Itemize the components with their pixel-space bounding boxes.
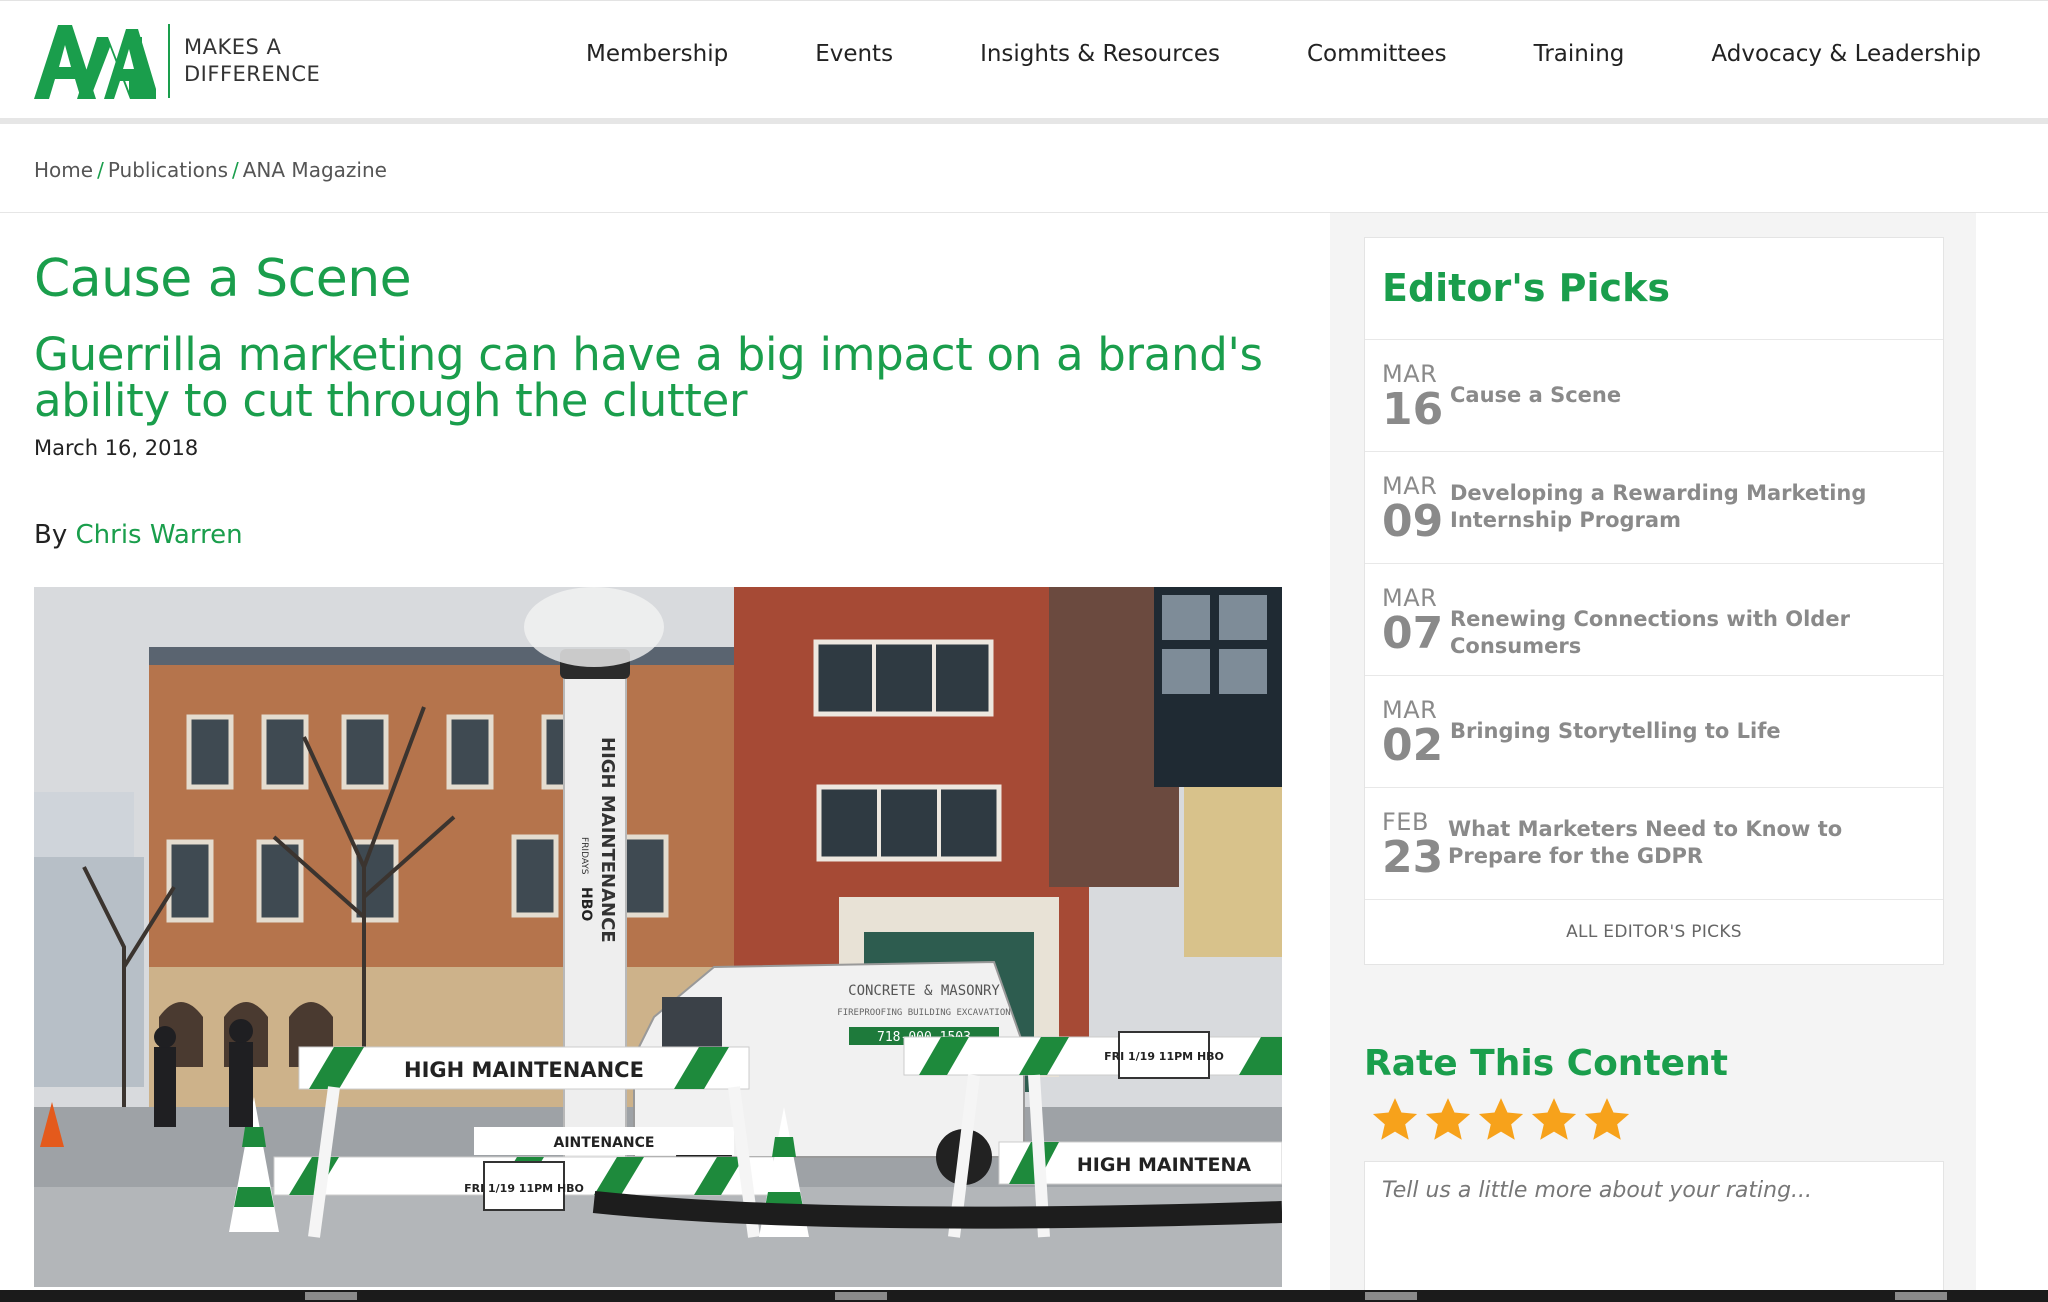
barrier-text-main: HIGH MAINTENANCE xyxy=(404,1058,644,1082)
pick-item[interactable]: MAR 07 Renewing Connections with Older C… xyxy=(1365,563,1943,675)
pick-title[interactable]: What Marketers Need to Know to Prepare f… xyxy=(1448,816,1928,870)
pole-subtext: FRIDAYS xyxy=(579,837,589,875)
rate-content-title: Rate This Content xyxy=(1364,1043,1728,1084)
pick-item[interactable]: MAR 16 Cause a Scene xyxy=(1365,339,1943,451)
article-header: Cause a Scene Guerrilla marketing can ha… xyxy=(34,249,1284,550)
logo-tagline-line1: MAKES A xyxy=(184,35,282,59)
star-icon[interactable] xyxy=(1370,1095,1420,1145)
rating-feedback-box xyxy=(1364,1161,1944,1302)
hero-street-scene: CONCRETE & MASONRY FIREPROOFING BUILDING… xyxy=(34,587,1282,1287)
pole-brand: HBO xyxy=(578,887,594,921)
pick-title[interactable]: Bringing Storytelling to Life xyxy=(1450,718,1930,745)
breadcrumb-bar: Home / Publications / ANA Magazine xyxy=(0,124,2048,213)
pick-day: 07 xyxy=(1382,608,1444,659)
pick-day: 16 xyxy=(1382,384,1444,435)
star-icon[interactable] xyxy=(1582,1095,1632,1145)
breadcrumb: Home / Publications / ANA Magazine xyxy=(34,158,387,182)
sidebar: Editor's Picks MAR 16 Cause a Scene MAR … xyxy=(1330,213,1976,1302)
star-icon[interactable] xyxy=(1529,1095,1579,1145)
pick-item[interactable]: FEB 23 What Marketers Need to Know to Pr… xyxy=(1365,787,1943,899)
ana-logo[interactable]: MAKES A DIFFERENCE xyxy=(34,23,320,99)
logo-divider xyxy=(168,24,170,98)
pick-item[interactable]: MAR 09 Developing a Rewarding Marketing … xyxy=(1365,451,1943,563)
barrier-text-right: HIGH MAINTENA xyxy=(1077,1154,1252,1176)
van-text-line1: CONCRETE & MASONRY xyxy=(848,983,1000,999)
editors-picks-list: MAR 16 Cause a Scene MAR 09 Developing a… xyxy=(1365,339,1943,899)
rating-stars xyxy=(1370,1095,1632,1145)
site-header: MAKES A DIFFERENCE Membership Events Ins… xyxy=(0,0,2048,118)
pick-day: 23 xyxy=(1382,832,1444,883)
nav-membership[interactable]: Membership xyxy=(586,41,728,67)
nav-advocacy-leadership[interactable]: Advocacy & Leadership xyxy=(1711,41,1981,67)
breadcrumb-home[interactable]: Home xyxy=(34,158,93,182)
ana-logo-mark xyxy=(34,25,156,99)
editors-picks-title: Editor's Picks xyxy=(1382,266,1670,310)
nav-training[interactable]: Training xyxy=(1534,41,1625,67)
star-icon[interactable] xyxy=(1423,1095,1473,1145)
small-hbo-sign: FRI 1/19 11PM HBO xyxy=(464,1182,584,1195)
logo-tagline: MAKES A DIFFERENCE xyxy=(184,34,320,88)
pick-day: 02 xyxy=(1382,720,1444,771)
author-link[interactable]: Chris Warren xyxy=(76,520,243,550)
main-nav: Membership Events Insights & Resources C… xyxy=(586,41,1981,67)
editors-picks-card: Editor's Picks MAR 16 Cause a Scene MAR … xyxy=(1364,237,1944,965)
star-icon[interactable] xyxy=(1476,1095,1526,1145)
article-date: March 16, 2018 xyxy=(34,435,199,460)
nav-insights-resources[interactable]: Insights & Resources xyxy=(980,41,1220,67)
rating-feedback-input[interactable] xyxy=(1365,1162,1943,1301)
breadcrumb-separator: / xyxy=(232,158,239,182)
pick-title[interactable]: Cause a Scene xyxy=(1450,382,1930,409)
nav-events[interactable]: Events xyxy=(815,41,893,67)
right-hbo-sign: FRI 1/19 11PM HBO xyxy=(1104,1050,1224,1063)
article-byline: By Chris Warren xyxy=(34,520,1284,550)
breadcrumb-ana-magazine[interactable]: ANA Magazine xyxy=(243,158,387,182)
pick-title[interactable]: Developing a Rewarding Marketing Interns… xyxy=(1450,480,1930,534)
article-subtitle: Guerrilla marketing can have a big impac… xyxy=(34,327,1263,427)
pick-item[interactable]: MAR 02 Bringing Storytelling to Life xyxy=(1365,675,1943,787)
van-text-line2: FIREPROOFING BUILDING EXCAVATION xyxy=(837,1008,1010,1018)
pick-title[interactable]: Renewing Connections with Older Consumer… xyxy=(1450,606,1930,660)
breadcrumb-publications[interactable]: Publications xyxy=(108,158,228,182)
bottom-scroll-strip xyxy=(0,1290,2048,1302)
pick-day: 09 xyxy=(1382,496,1444,547)
all-editors-picks-link[interactable]: ALL EDITOR'S PICKS xyxy=(1365,899,1943,965)
barrier-text-partial: AINTENANCE xyxy=(554,1135,655,1151)
byline-label: By xyxy=(34,519,68,550)
article-title: Cause a Scene xyxy=(34,249,412,309)
pole-text: HIGH MAINTENANCE xyxy=(597,737,618,943)
logo-tagline-line2: DIFFERENCE xyxy=(184,62,321,86)
breadcrumb-separator: / xyxy=(97,158,104,182)
article-hero-image: CONCRETE & MASONRY FIREPROOFING BUILDING… xyxy=(34,587,1282,1287)
nav-committees[interactable]: Committees xyxy=(1307,41,1447,67)
